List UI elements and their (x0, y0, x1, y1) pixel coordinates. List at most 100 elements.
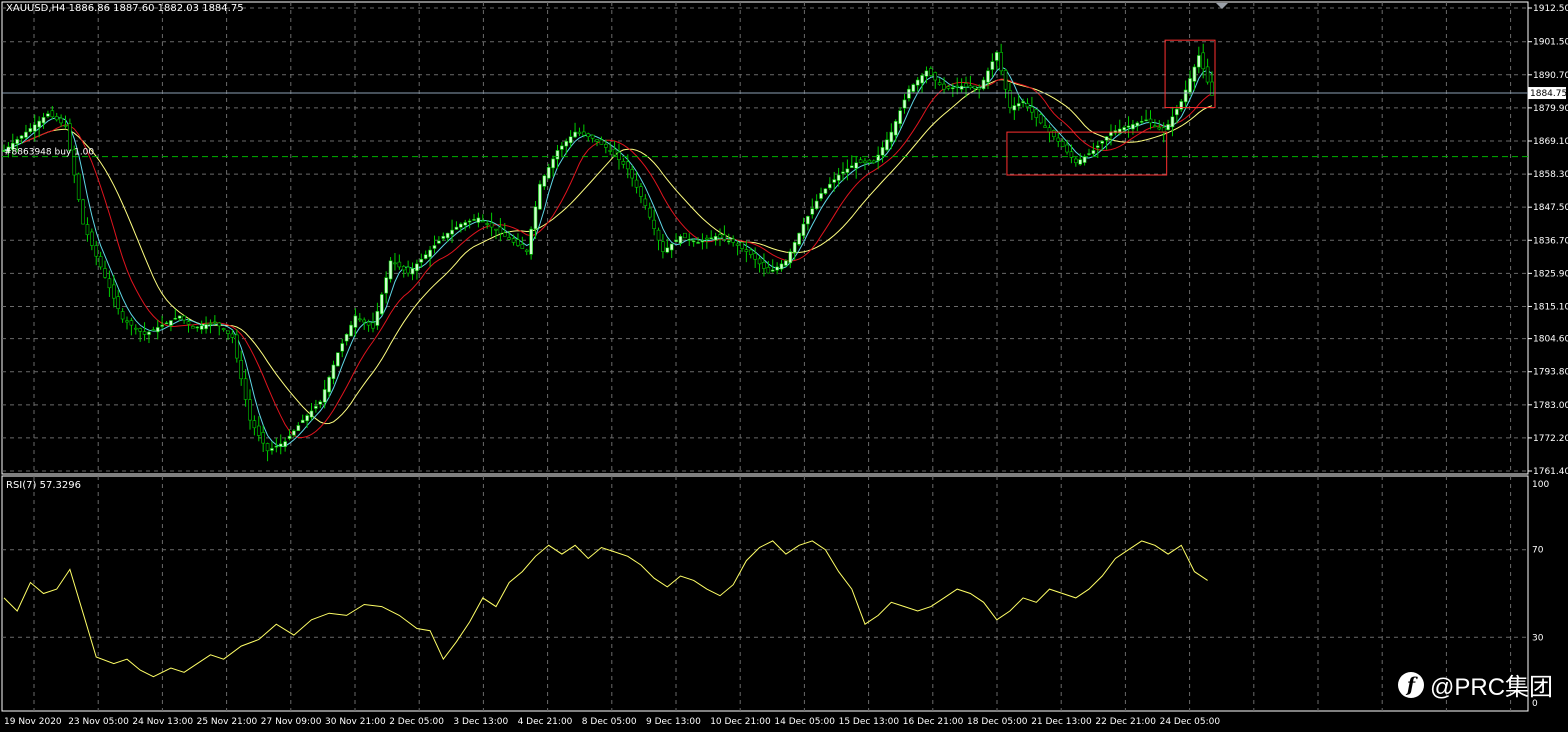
candle-body[interactable] (1188, 78, 1192, 93)
candle-body[interactable] (788, 251, 793, 264)
candle-body[interactable] (828, 183, 832, 189)
candle-body[interactable] (305, 415, 309, 422)
candle-body[interactable] (63, 125, 68, 127)
candle-body[interactable] (37, 120, 41, 128)
candle-body[interactable] (199, 325, 204, 330)
candle-body[interactable] (959, 85, 964, 90)
candle-body[interactable] (946, 86, 951, 89)
candle-body[interactable] (1122, 127, 1126, 131)
candle-body[interactable] (757, 258, 762, 265)
candle-body[interactable] (718, 234, 722, 239)
candle-body[interactable] (76, 173, 81, 200)
candle-body[interactable] (1025, 103, 1030, 108)
candle-body[interactable] (1003, 70, 1008, 90)
candle-body[interactable] (129, 320, 134, 326)
candle-body[interactable] (656, 229, 661, 241)
candle-body[interactable] (423, 254, 428, 259)
candle-body[interactable] (292, 430, 296, 436)
candle-body[interactable] (217, 322, 222, 327)
candle-body[interactable] (885, 139, 889, 151)
candle-body[interactable] (582, 131, 586, 136)
candle-body[interactable] (972, 85, 977, 89)
candle-body[interactable] (999, 52, 1003, 72)
candle-body[interactable] (942, 83, 946, 90)
candle-body[interactable] (608, 150, 612, 152)
candle-body[interactable] (379, 294, 384, 315)
candle-body[interactable] (107, 278, 112, 289)
candle-body[interactable] (1030, 106, 1034, 113)
candle-body[interactable] (239, 360, 244, 380)
candle-body[interactable] (278, 443, 283, 447)
candle-body[interactable] (964, 83, 968, 88)
candle-body[interactable] (485, 223, 490, 225)
candle-body[interactable] (625, 161, 630, 170)
candle-body[interactable] (968, 85, 973, 88)
candle-body[interactable] (208, 322, 213, 325)
candle-body[interactable] (428, 249, 432, 258)
candle-body[interactable] (1091, 150, 1096, 154)
candle-body[interactable] (1104, 136, 1109, 141)
candle-body[interactable] (823, 188, 828, 194)
candle-body[interactable] (669, 243, 674, 251)
candle-body[interactable] (564, 140, 569, 147)
candle-body[interactable] (186, 321, 191, 325)
candle-body[interactable] (546, 167, 551, 179)
candle-body[interactable] (683, 232, 687, 239)
candle-body[interactable] (770, 269, 775, 272)
chart-canvas[interactable]: 1912.50 1901.50 1890.70 1879.90 1869.10 1858.… (0, 0, 1568, 732)
candle-body[interactable] (1043, 125, 1047, 128)
candle-body[interactable] (169, 320, 173, 326)
candle-body[interactable] (261, 432, 265, 444)
candle-body[interactable] (748, 249, 753, 255)
candle-body[interactable] (665, 247, 670, 253)
candle-body[interactable] (489, 222, 494, 228)
candle-body[interactable] (243, 378, 248, 400)
candle-body[interactable] (1131, 124, 1135, 130)
candle-body[interactable] (920, 75, 924, 84)
candle-body[interactable] (1144, 119, 1148, 122)
candle-body[interactable] (415, 263, 419, 272)
candle-body[interactable] (994, 52, 999, 61)
candle-body[interactable] (81, 199, 85, 225)
candle-body[interactable] (1060, 141, 1065, 147)
candle-body[interactable] (981, 79, 986, 90)
candle-body[interactable] (103, 268, 107, 278)
candle-body[interactable] (990, 61, 995, 70)
candle-body[interactable] (1034, 109, 1039, 118)
candle-body[interactable] (454, 226, 459, 230)
candle-body[interactable] (353, 315, 358, 328)
candle-body[interactable] (595, 139, 599, 142)
candle-body[interactable] (283, 441, 287, 447)
candle-body[interactable] (753, 253, 757, 260)
candle-body[interactable] (397, 261, 402, 268)
candle-body[interactable] (700, 240, 705, 243)
candle-body[interactable] (432, 245, 437, 249)
candle-body[interactable] (15, 139, 19, 144)
candle-body[interactable] (494, 228, 498, 231)
candle-body[interactable] (529, 228, 533, 255)
candle-body[interactable] (590, 134, 595, 139)
candle-body[interactable] (1166, 124, 1170, 131)
candle-body[interactable] (731, 238, 735, 243)
candle-body[interactable] (1078, 159, 1083, 165)
candle-body[interactable] (687, 239, 692, 241)
candle-body[interactable] (744, 249, 749, 252)
candle-body[interactable] (1161, 127, 1166, 133)
candle-body[interactable] (287, 435, 292, 439)
candle-body[interactable] (933, 72, 938, 81)
candle-body[interactable] (986, 70, 990, 83)
candle-body[interactable] (331, 364, 336, 380)
candle-body[interactable] (1016, 103, 1021, 107)
candle-body[interactable] (520, 244, 525, 249)
candle-body[interactable] (599, 139, 604, 145)
candle-body[interactable] (349, 324, 353, 337)
candle-body[interactable] (858, 159, 863, 164)
candle-body[interactable] (502, 232, 507, 237)
candle-body[interactable] (1179, 101, 1184, 110)
candle-body[interactable] (643, 198, 648, 206)
candle-body[interactable] (85, 224, 90, 236)
trading-chart[interactable]: 1912.50 1901.50 1890.70 1879.90 1869.10 1858.… (0, 0, 1568, 732)
candle-body[interactable] (41, 117, 46, 124)
candle-body[interactable] (50, 110, 55, 118)
candle-body[interactable] (314, 406, 318, 409)
